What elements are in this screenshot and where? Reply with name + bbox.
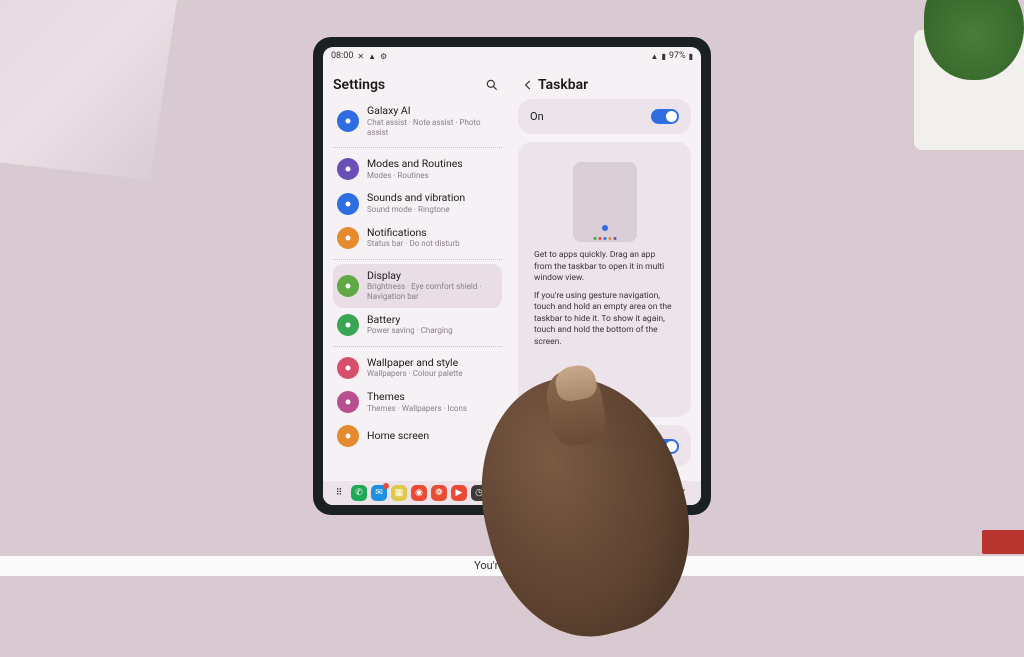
taskbar-title: Taskbar xyxy=(538,77,588,93)
settings-row-themes[interactable]: ThemesThemes · Wallpapers · Icons xyxy=(333,385,502,419)
taskbar-preview xyxy=(530,152,679,248)
taskbar-phone-icon[interactable]: ✆ xyxy=(351,485,367,501)
settings-row-icon xyxy=(337,227,359,249)
settings-row-battery[interactable]: BatteryPower saving · Charging xyxy=(333,308,502,342)
desk-prop-left xyxy=(0,0,180,180)
settings-row-icon xyxy=(337,158,359,180)
taskbar-preview-card: Get to apps quickly. Drag an app from th… xyxy=(518,142,691,417)
row-title: Sounds and vibration xyxy=(367,192,465,205)
settings-row-icon xyxy=(337,110,359,132)
row-sub: Modes · Routines xyxy=(367,171,463,181)
battery-percent: 97% xyxy=(669,51,686,61)
row-sub: Brightness · Eye comfort shield · Naviga… xyxy=(367,282,498,301)
taskbar-apps-grid-icon[interactable]: ⠿ xyxy=(331,485,347,501)
settings-row-icon xyxy=(337,314,359,336)
row-title: Home screen xyxy=(367,430,429,443)
row-sub: Wallpapers · Colour palette xyxy=(367,369,463,379)
settings-row-home-screen[interactable]: Home screen xyxy=(333,419,502,453)
row-title: Themes xyxy=(367,391,467,404)
settings-row-icon xyxy=(337,275,359,297)
status-bar: 08:00 ✕ ▲ ⚙ ▲ ▮ 97% ▮ xyxy=(323,47,701,65)
row-sub: Sound mode · Ringtone xyxy=(367,205,465,215)
row-sub: Chat assist · Note assist · Photo assist xyxy=(367,118,498,137)
settings-row-icon xyxy=(337,357,359,379)
taskbar-calendar-icon[interactable]: ▦ xyxy=(391,485,407,501)
settings-panel: Settings Galaxy AIChat assist · Note ass… xyxy=(323,65,512,481)
video-watermark xyxy=(982,530,1024,554)
wifi-icon: ▲ xyxy=(651,52,659,61)
row-title: Display xyxy=(367,270,498,283)
row-title: Battery xyxy=(367,314,453,327)
settings-row-galaxy-ai[interactable]: Galaxy AIChat assist · Note assist · Pho… xyxy=(333,99,502,143)
status-icon: ▲ xyxy=(368,52,376,61)
battery-icon: ▮ xyxy=(689,52,693,61)
settings-title: Settings xyxy=(333,77,385,93)
settings-row-modes-and-routines[interactable]: Modes and RoutinesModes · Routines xyxy=(333,152,502,186)
back-icon[interactable] xyxy=(518,75,538,95)
status-icon: ⚙ xyxy=(380,52,387,61)
taskbar-on-card: On xyxy=(518,99,691,134)
settings-row-display[interactable]: DisplayBrightness · Eye comfort shield ·… xyxy=(333,264,502,308)
row-sub: Themes · Wallpapers · Icons xyxy=(367,404,467,414)
taskbar-description: Get to apps quickly. Drag an app from th… xyxy=(530,248,679,354)
row-title: Modes and Routines xyxy=(367,158,463,171)
taskbar-gallery-icon[interactable]: ❁ xyxy=(431,485,447,501)
row-title: Wallpaper and style xyxy=(367,357,463,370)
search-icon[interactable] xyxy=(482,75,502,95)
settings-row-icon xyxy=(337,425,359,447)
row-title: Galaxy AI xyxy=(367,105,498,118)
settings-row-sounds-and-vibration[interactable]: Sounds and vibrationSound mode · Rington… xyxy=(333,186,502,220)
on-label: On xyxy=(530,110,544,123)
row-sub: Power saving · Charging xyxy=(367,326,453,336)
row-sub: Status bar · Do not disturb xyxy=(367,239,460,249)
row-title: Notifications xyxy=(367,227,460,240)
status-icon: ✕ xyxy=(357,52,364,61)
taskbar-toggle[interactable] xyxy=(651,109,679,124)
settings-row-icon xyxy=(337,193,359,215)
taskbar-youtube-icon[interactable]: ▶ xyxy=(451,485,467,501)
taskbar-messages-icon[interactable]: ✉ xyxy=(371,485,387,501)
signal-icon: ▮ xyxy=(661,52,665,61)
settings-row-notifications[interactable]: NotificationsStatus bar · Do not disturb xyxy=(333,221,502,255)
status-time: 08:00 xyxy=(331,51,353,61)
settings-row-wallpaper-and-style[interactable]: Wallpaper and styleWallpapers · Colour p… xyxy=(333,351,502,385)
taskbar-camera-icon[interactable]: ◉ xyxy=(411,485,427,501)
settings-row-icon xyxy=(337,391,359,413)
desk-plant xyxy=(894,0,1024,150)
